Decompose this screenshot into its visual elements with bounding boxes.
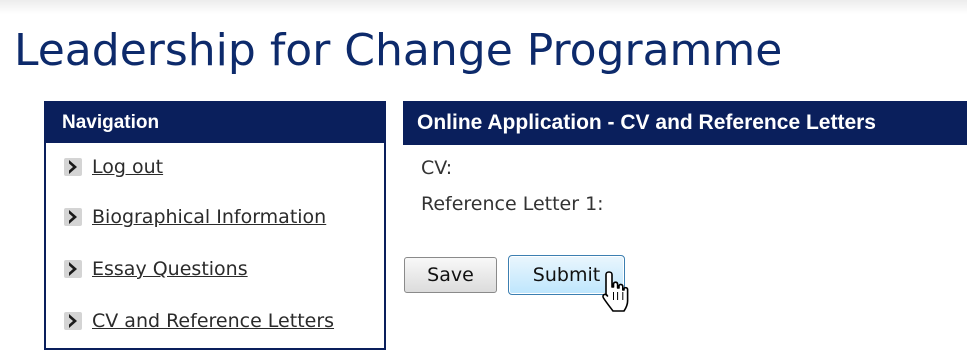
window-top-shade (0, 0, 967, 14)
reference-letter-1-label: Reference Letter 1: (421, 193, 604, 215)
cv-and-reference-letters-link[interactable]: CV and Reference Letters (92, 310, 334, 332)
navigation-list: Log out Biographical Information Essay Q… (46, 143, 384, 347)
nav-item-cv-and-reference-letters[interactable]: CV and Reference Letters (46, 295, 384, 347)
essay-questions-link[interactable]: Essay Questions (92, 258, 248, 280)
biographical-information-link[interactable]: Biographical Information (92, 206, 326, 228)
nav-item-biographical-information[interactable]: Biographical Information (46, 191, 384, 243)
submit-button[interactable]: Submit (508, 255, 625, 295)
page-title: Leadership for Change Programme (14, 25, 783, 76)
nav-item-log-out[interactable]: Log out (46, 143, 384, 191)
section-header: Online Application - CV and Reference Le… (403, 101, 967, 145)
save-button[interactable]: Save (404, 257, 497, 293)
navigation-header: Navigation (46, 103, 384, 143)
cv-label: CV: (421, 157, 453, 179)
navigation-panel: Navigation Log out Biographical Informat… (44, 101, 386, 350)
chevron-right-icon (64, 312, 82, 330)
nav-item-essay-questions[interactable]: Essay Questions (46, 243, 384, 295)
chevron-right-icon (64, 158, 82, 176)
chevron-right-icon (64, 208, 82, 226)
log-out-link[interactable]: Log out (92, 156, 163, 178)
chevron-right-icon (64, 260, 82, 278)
